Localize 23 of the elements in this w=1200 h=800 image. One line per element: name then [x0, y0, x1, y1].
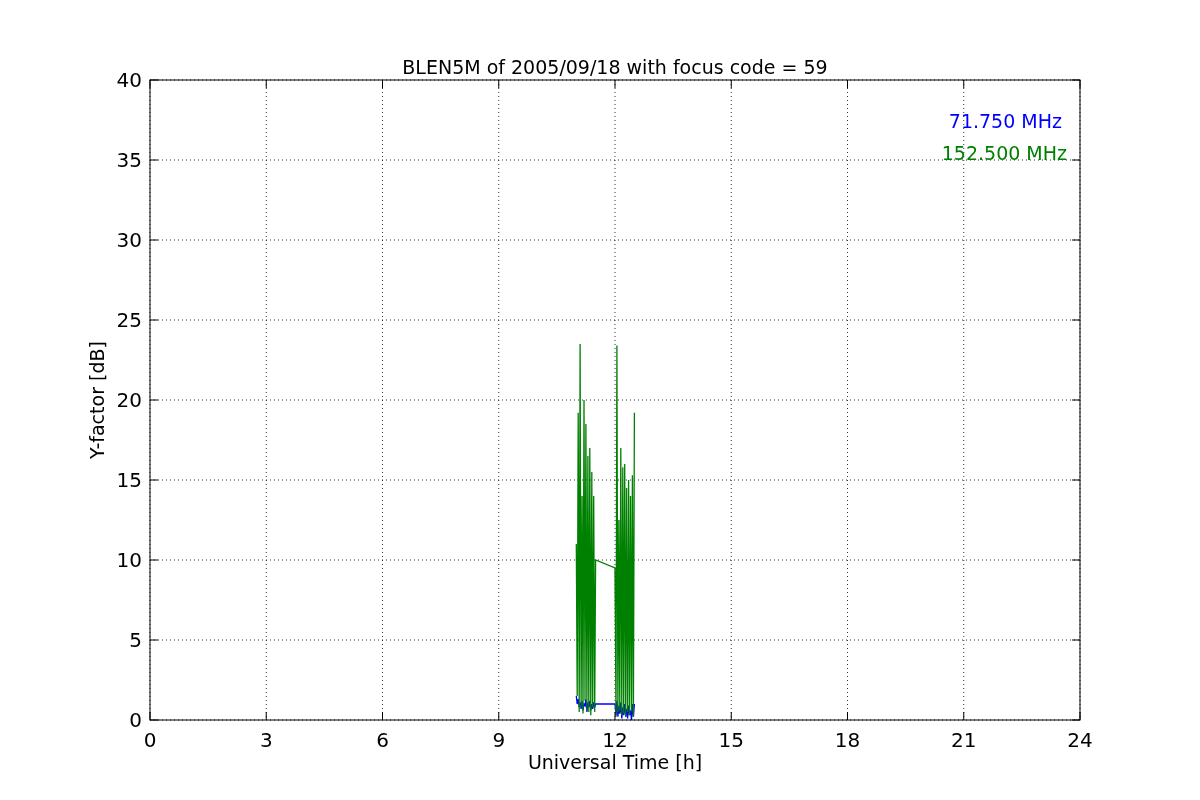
y-tick-label: 10 [116, 548, 142, 572]
y-tick-label: 15 [116, 468, 142, 492]
y-tick-label: 0 [129, 708, 142, 732]
chart-title: BLEN5M of 2005/09/18 with focus code = 59 [402, 56, 828, 78]
y-tick-label: 35 [116, 148, 142, 172]
y-tick-label: 5 [129, 628, 142, 652]
y-tick-label: 40 [116, 68, 142, 92]
x-axis-label: Universal Time [h] [527, 751, 703, 773]
x-tick-label: 6 [376, 728, 389, 752]
legend-label: 71.750 MHz [948, 110, 1062, 132]
legend-label: 152.500 MHz [941, 142, 1067, 164]
x-tick-label: 21 [951, 728, 977, 752]
y-axis-label: Y-factor [dB] [86, 341, 108, 459]
x-tick-label: 0 [143, 728, 157, 752]
y-tick-label: 20 [116, 388, 142, 412]
x-tick-label: 3 [259, 728, 273, 752]
x-tick-label: 12 [602, 728, 628, 752]
x-tick-label: 15 [718, 728, 744, 752]
x-tick-label: 24 [1067, 728, 1093, 752]
y-tick-label: 30 [116, 228, 142, 252]
y-tick-label: 25 [116, 308, 142, 332]
x-tick-label: 18 [834, 728, 861, 752]
x-tick-label: 9 [492, 728, 506, 752]
